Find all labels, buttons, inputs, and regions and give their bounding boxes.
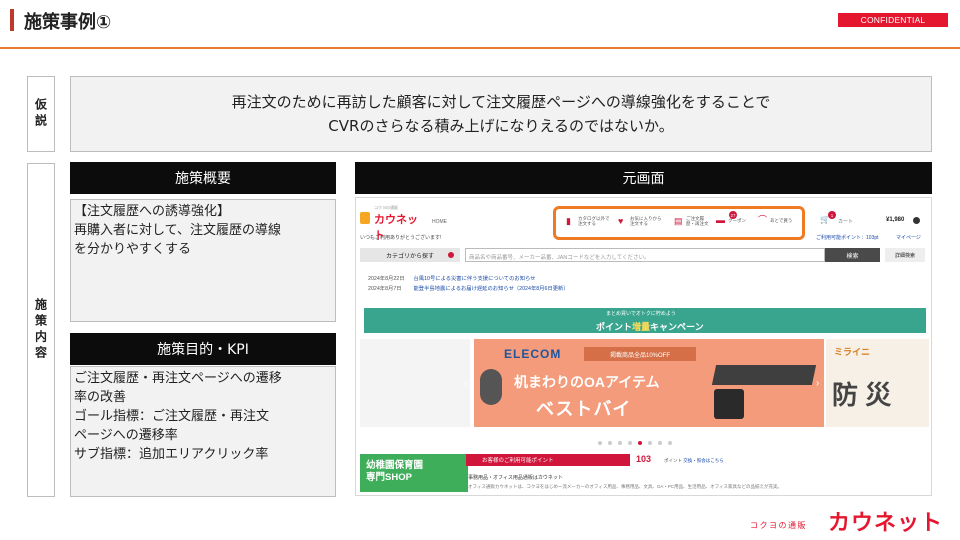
search-button[interactable]: 検索 [825, 248, 880, 262]
kinder-line-1: 幼稚園保育園 [366, 460, 424, 471]
overview-line-3: を分かりやすくする [74, 242, 192, 257]
keyboard-image [711, 365, 817, 385]
points-unit: ポイント [664, 458, 682, 463]
category-chevron-icon [448, 252, 454, 258]
website-screenshot: コクヨの通販 カウネット HOME いつもご利用ありがとうございます! ▮ カタ… [355, 197, 932, 496]
kpi-line-4: ページへの遷移率 [74, 428, 178, 443]
carousel-dot[interactable] [648, 441, 652, 445]
kpi-line-2: 率の改善 [74, 390, 127, 405]
overview-box: 【注文履歴への誘導強化】 再購入者に対して、注文履歴の導線 を分かりやすくする [70, 199, 336, 322]
kindergarten-shop-banner[interactable]: 幼稚園保育園 専門SHOP [360, 454, 468, 492]
banner-title-highlight: 増量 [632, 322, 651, 332]
cart-label[interactable]: カート [838, 218, 853, 225]
points-label: お客様のご利用可能ポイント [466, 454, 630, 466]
confidential-badge: CONFIDENTIAL [838, 13, 948, 27]
overview-line-2: 再購入者に対して、注文履歴の導線 [74, 223, 281, 238]
cart-close-icon[interactable] [913, 217, 920, 224]
mypage-link[interactable]: マイページ [896, 234, 921, 241]
measure-label: 施策内容 [27, 163, 55, 497]
corp-heading: 事務用品・オフィス用品通販はカウネット [468, 475, 563, 481]
overview-line-1: 【注文履歴への誘導強化】 [74, 204, 231, 219]
news-item[interactable]: 2024年8月22日 台風10号による災害に伴う支援についてのお知らせ [368, 274, 536, 282]
welcome-text: いつもご利用ありがとうございます! [360, 235, 442, 241]
hypothesis-line-1: 再注文のために再訪した顧客に対して注文履歴ページへの導線強化をすることで [231, 93, 771, 111]
mouse-image [480, 369, 502, 405]
banner-title-tail: キャンペーン [650, 322, 704, 332]
title-divider [0, 47, 960, 49]
carousel-next-icon[interactable]: › [816, 378, 819, 389]
points-value: 103 [636, 454, 652, 464]
carousel-prev-slide[interactable] [360, 339, 470, 427]
logo-mark-icon [360, 212, 370, 224]
carousel-dot[interactable] [608, 441, 612, 445]
hero-slide-elecom[interactable]: ELECOM 掲載商品全品10%OFF 机まわりのOAアイテム ベストバイ [474, 339, 824, 427]
cart-count-badge: 1 [828, 211, 836, 219]
title-accent-bar [10, 9, 14, 31]
footer-logo: カウネット [828, 511, 944, 536]
carousel-dot[interactable] [628, 441, 632, 445]
banner-subtitle: まとめ買いでオトクに貯めよう [606, 311, 676, 317]
carousel-dot-active[interactable] [638, 441, 642, 445]
points-note[interactable]: ポイント 交換・照会はこちら [664, 458, 724, 464]
news-title: 能登半島地震によるお届け遅延のお知らせ（2024年8月6日更新） [413, 286, 569, 292]
carousel-next-slide[interactable]: ミライニ 防 災 [826, 339, 929, 427]
carousel-dot[interactable] [598, 441, 602, 445]
kpi-line-5: サブ指標：追加エリアクリック率 [74, 447, 269, 462]
hypothesis-label: 仮説 [27, 76, 55, 152]
search-input[interactable]: 商品名や商品番号、メーカー品番、JANコードなどを入力してください。 [465, 248, 825, 262]
charger-image [714, 389, 744, 419]
highlight-frame [553, 206, 805, 240]
kpi-header: 施策目的・KPI [70, 333, 336, 365]
original-screen-header: 元画面 [355, 162, 932, 194]
home-link[interactable]: HOME [432, 219, 447, 225]
kpi-line-3: ゴール指標：ご注文履歴・再注文 [74, 409, 270, 424]
overview-header: 施策概要 [70, 162, 336, 194]
points-link[interactable]: ご利用可能ポイント：103pt [816, 234, 879, 241]
page-title: 施策事例① [24, 12, 112, 33]
news-date: 2024年8月7日 [368, 286, 402, 292]
hero-headline-1: 机まわりのOAアイテム [514, 374, 660, 390]
hero-discount-pill: 掲載商品全品10%OFF [584, 347, 696, 361]
news-item[interactable]: 2024年8月7日 能登半島地震によるお届け遅延のお知らせ（2024年8月6日更… [368, 284, 569, 292]
category-button[interactable]: カテゴリから探す [360, 248, 460, 262]
campaign-banner[interactable]: まとめ買いでオトクに貯めよう ポイント増量キャンペーン [364, 308, 926, 333]
corp-description: オフィス通販カウネットは、コクヨをはじめ一流メーカーのオフィス用品、事務用品、文… [468, 484, 782, 489]
news-title: 台風10号による災害に伴う支援についてのお知らせ [413, 276, 536, 282]
hero-headline-2: ベストバイ [536, 399, 632, 419]
carousel-dots [598, 441, 672, 445]
search-row: カテゴリから探す 商品名や商品番号、メーカー品番、JANコードなどを入力してくだ… [360, 248, 929, 263]
points-bar: お客様のご利用可能ポイント 103 ポイント 交換・照会はこちら [466, 454, 931, 466]
news-date: 2024年8月22日 [368, 276, 405, 282]
hypothesis-box: 再注文のために再訪した顧客に対して注文履歴ページへの導線強化をすることで CVR… [70, 76, 932, 152]
kaunet-logo[interactable]: コクヨの通販 カウネット [360, 205, 422, 242]
banner-title-main: ポイント [596, 322, 633, 332]
carousel-dot[interactable] [618, 441, 622, 445]
points-exchange-link[interactable]: 交換・照会はこちら [683, 458, 724, 463]
banner-title: ポイント増量キャンペーン [596, 320, 704, 333]
carousel-dot[interactable] [658, 441, 662, 445]
kpi-line-1: ご注文履歴・再注文ページへの遷移 [74, 371, 282, 386]
cart-total: ¥1,980 [886, 217, 905, 223]
footer-logo-subtitle: コクヨの通販 [750, 521, 807, 530]
next-slide-kanji: 防 災 [832, 380, 892, 410]
kpi-box: ご注文履歴・再注文ページへの遷移 率の改善 ゴール指標：ご注文履歴・再注文 ペー… [70, 366, 336, 497]
kinder-line-2: 専門SHOP [366, 472, 412, 483]
carousel-prev-icon[interactable]: ‹ [464, 378, 467, 389]
hypothesis-line-2: CVRのさらなる積み上げになりえるのではないか。 [328, 117, 674, 135]
advanced-search-button[interactable]: 詳細検索 [885, 248, 925, 262]
next-slide-title: ミライニ [834, 347, 871, 357]
carousel-dot[interactable] [668, 441, 672, 445]
hero-brand: ELECOM [504, 347, 562, 361]
